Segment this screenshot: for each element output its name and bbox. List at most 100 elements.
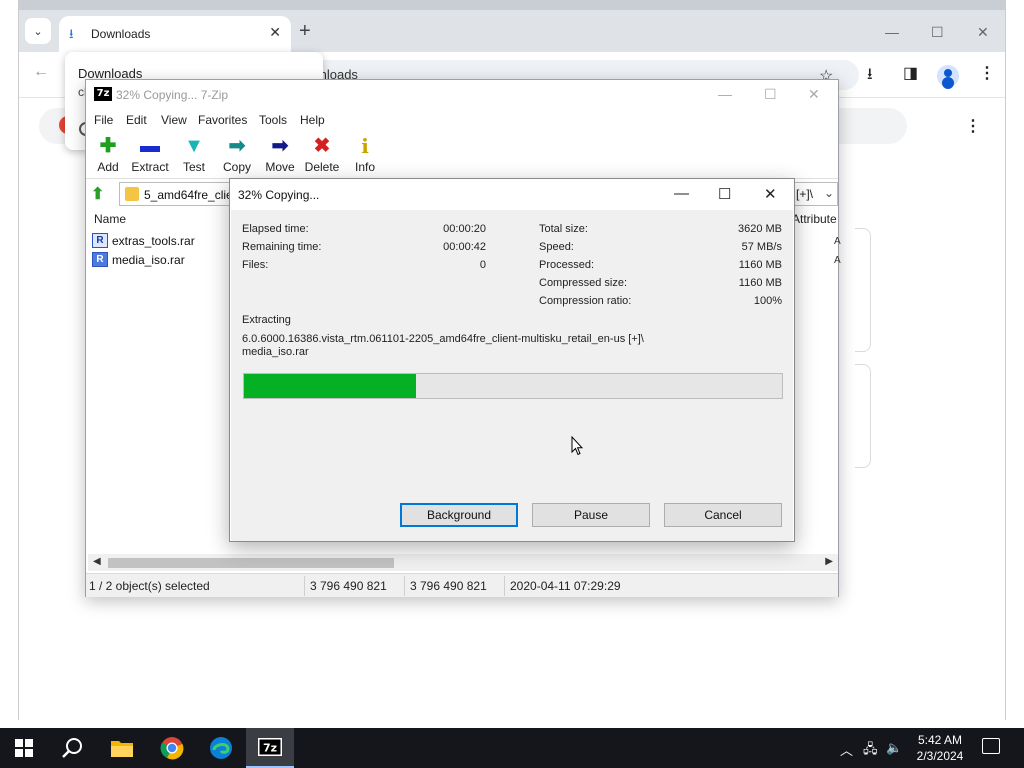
- scroll-thumb[interactable]: [108, 558, 394, 568]
- total-size-label: Total size:: [539, 223, 588, 235]
- minimize-icon[interactable]: —: [718, 86, 732, 102]
- start-button[interactable]: [0, 728, 48, 768]
- cancel-button[interactable]: Cancel: [664, 503, 782, 527]
- menu-file[interactable]: File: [94, 113, 113, 127]
- back-arrow-icon[interactable]: ←: [33, 63, 49, 81]
- column-header-attributes[interactable]: Attribute: [792, 212, 837, 226]
- status-divider: [504, 576, 505, 596]
- taskbar-chrome[interactable]: [148, 728, 196, 768]
- dialog-title: 32% Copying...: [238, 188, 320, 202]
- start-icon: [15, 739, 33, 757]
- rar-file-icon: R: [92, 233, 108, 248]
- test-button[interactable]: ▼ Test: [172, 135, 216, 177]
- download-card: [855, 364, 871, 468]
- close-icon[interactable]: ✕: [764, 185, 777, 203]
- move-button[interactable]: ➡ Move: [258, 135, 302, 177]
- file-attribute: A: [834, 255, 841, 266]
- menu-help[interactable]: Help: [300, 113, 325, 127]
- rar-file-icon: R: [92, 252, 108, 267]
- move-label: Move: [265, 160, 295, 174]
- dialog-titlebar[interactable]: 32% Copying... — ☐ ✕: [230, 179, 794, 210]
- taskbar-clock[interactable]: 5:42 AM 2/3/2024: [906, 732, 974, 764]
- status-packed: 3 796 490 821: [410, 579, 487, 593]
- svg-text:7z: 7z: [263, 742, 277, 755]
- maximize-icon[interactable]: ☐: [931, 24, 944, 41]
- folder-icon: [125, 187, 139, 201]
- menu-favorites[interactable]: Favorites: [198, 113, 247, 127]
- downloads-toolbar-icon[interactable]: ⭳: [867, 63, 873, 90]
- column-header-name[interactable]: Name: [94, 212, 126, 226]
- processed-value: 1160 MB: [738, 259, 782, 271]
- operation-label: Extracting: [242, 314, 291, 326]
- new-tab-button[interactable]: +: [299, 20, 311, 43]
- delete-icon: ✖: [313, 135, 331, 157]
- copy-icon: ➡: [228, 135, 246, 157]
- taskbar-file-explorer[interactable]: [98, 728, 146, 768]
- speed-label: Speed:: [539, 241, 574, 253]
- minimize-icon[interactable]: —: [674, 185, 689, 202]
- compression-ratio-value: 100%: [753, 295, 782, 307]
- tray-chevron-up-icon[interactable]: ︿: [840, 740, 853, 759]
- delete-button[interactable]: ✖ Delete: [300, 135, 344, 177]
- 7zip-icon: 7z: [258, 738, 282, 756]
- compressed-size-label: Compressed size:: [539, 277, 628, 289]
- volume-muted-icon[interactable]: 🔈: [886, 740, 902, 756]
- file-name: media_iso.rar: [112, 253, 185, 267]
- download-icon: ⭳: [69, 26, 74, 41]
- tab-search-button[interactable]: ⌄: [25, 18, 51, 44]
- download-card: [855, 228, 871, 352]
- notification-icon[interactable]: [982, 738, 1000, 754]
- side-panel-icon[interactable]: ◨: [903, 63, 918, 83]
- maximize-icon[interactable]: ☐: [764, 86, 777, 103]
- test-icon: ▼: [184, 135, 204, 157]
- edge-icon: [210, 737, 232, 759]
- delete-label: Delete: [304, 160, 340, 174]
- extract-button[interactable]: ▬ Extract: [128, 135, 172, 177]
- add-label: Add: [97, 160, 119, 174]
- menu-edit[interactable]: Edit: [126, 113, 147, 127]
- close-icon[interactable]: ✕: [808, 86, 820, 103]
- taskbar-7zip[interactable]: 7z: [246, 728, 294, 768]
- dialog-body: Elapsed time: 00:00:20 Remaining time: 0…: [231, 210, 793, 541]
- taskbar: 7z ︿ 🖧 🔈 5:42 AM 2/3/2024: [0, 728, 1024, 768]
- status-divider: [404, 576, 405, 596]
- scroll-left-icon[interactable]: ◀: [93, 556, 101, 567]
- 7zip-titlebar[interactable]: 7z 32% Copying... 7-Zip — ☐ ✕: [86, 80, 838, 109]
- file-attribute: A: [834, 236, 841, 247]
- menu-kebab-icon[interactable]: ⋮: [979, 63, 995, 83]
- file-name: extras_tools.rar: [112, 234, 195, 248]
- speed-value: 57 MB/s: [741, 241, 782, 253]
- add-button[interactable]: ✚ Add: [86, 135, 130, 177]
- search-icon: [62, 738, 82, 758]
- chevron-down-icon[interactable]: ⌄: [824, 186, 834, 200]
- remaining-label: Remaining time:: [242, 241, 322, 253]
- background-button[interactable]: Background: [400, 503, 518, 527]
- elapsed-label: Elapsed time:: [242, 223, 309, 235]
- pause-button[interactable]: Pause: [532, 503, 650, 527]
- close-icon[interactable]: ✕: [269, 24, 281, 41]
- minimize-icon[interactable]: —: [885, 24, 899, 40]
- taskbar-search-button[interactable]: [48, 728, 96, 768]
- compressed-size-value: 1160 MB: [738, 277, 782, 289]
- info-button[interactable]: i Info: [343, 135, 387, 177]
- downloads-menu-icon[interactable]: ⋮: [965, 116, 981, 136]
- horizontal-scrollbar[interactable]: ◀ ▶: [88, 554, 838, 571]
- menu-tools[interactable]: Tools: [259, 113, 287, 127]
- path-line-1: 6.0.6000.16386.vista_rtm.061101-2205_amd…: [242, 333, 644, 345]
- taskbar-edge[interactable]: [197, 728, 245, 768]
- profile-avatar[interactable]: [937, 65, 959, 87]
- chrome-tab-title: Downloads: [91, 27, 151, 41]
- info-icon: i: [361, 134, 369, 158]
- network-icon[interactable]: 🖧: [863, 740, 878, 762]
- maximize-icon[interactable]: ☐: [718, 185, 731, 203]
- move-icon: ➡: [271, 135, 289, 157]
- chrome-tab-downloads[interactable]: ⭳ Downloads ✕: [59, 16, 291, 52]
- copy-button[interactable]: ➡ Copy: [215, 135, 259, 177]
- folder-up-icon[interactable]: ⬆: [91, 184, 111, 203]
- scroll-right-icon[interactable]: ▶: [825, 556, 833, 567]
- 7zip-title: 32% Copying... 7-Zip: [116, 88, 229, 102]
- menu-view[interactable]: View: [161, 113, 187, 127]
- close-window-icon[interactable]: ✕: [977, 24, 989, 41]
- status-divider: [304, 576, 305, 596]
- 7zip-menubar: File Edit View Favorites Tools Help: [86, 109, 838, 131]
